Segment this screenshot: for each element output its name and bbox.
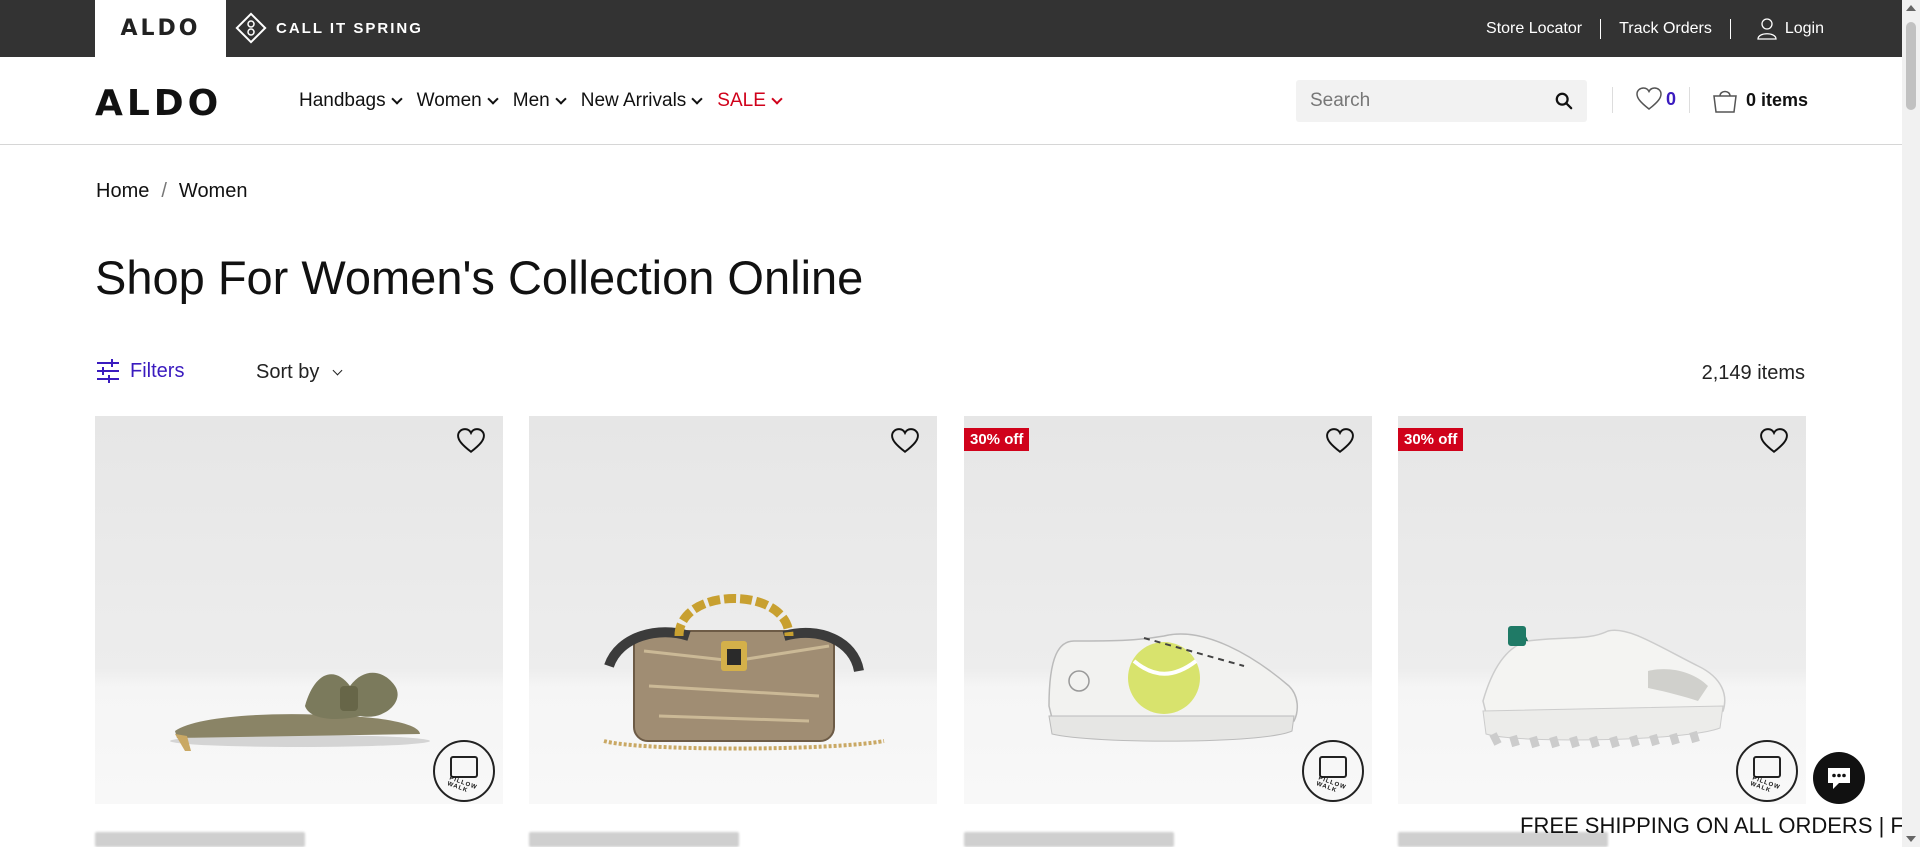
cart-label: 0 items xyxy=(1746,89,1809,110)
filter-sliders-icon xyxy=(97,359,119,383)
nav-item-new-arrivals[interactable]: New Arrivals xyxy=(580,90,703,112)
divider xyxy=(1612,87,1613,113)
breadcrumb: Home / Women xyxy=(96,180,247,203)
handbag-image xyxy=(603,594,885,751)
chevron-down-icon xyxy=(487,93,499,105)
pillow-walk-text: PILLOW WALK xyxy=(1315,775,1348,795)
scroll-up-arrow-icon[interactable] xyxy=(1906,5,1916,11)
breadcrumb-home[interactable]: Home xyxy=(96,180,149,203)
nav-item-label: New Arrivals xyxy=(580,90,687,111)
wishlist-count: 0 xyxy=(1666,88,1677,109)
login-label: Login xyxy=(1784,19,1824,37)
scroll-down-arrow-icon[interactable] xyxy=(1906,836,1916,842)
filters-label: Filters xyxy=(130,359,185,382)
product-card[interactable]: 30% off PILLOW WALK xyxy=(964,416,1372,804)
aldo-brand-tab[interactable]: ALDO xyxy=(95,0,226,57)
pillow-walk-badge: PILLOW WALK xyxy=(1302,740,1364,802)
search-box xyxy=(1296,80,1587,122)
aldo-logo[interactable]: ALDO xyxy=(95,83,222,124)
chat-button[interactable] xyxy=(1813,752,1865,804)
page-scrollbar[interactable] xyxy=(1902,0,1920,847)
pillow-icon xyxy=(1319,756,1347,778)
nav-item-label: Handbags xyxy=(299,90,386,111)
top-bar: ALDO CALL IT SPRING Store Locator Track … xyxy=(0,0,1902,57)
nav-item-women[interactable]: Women xyxy=(416,90,499,112)
discount-badge: 30% off xyxy=(1398,428,1464,451)
product-name-placeholder xyxy=(95,832,305,847)
product-card[interactable]: 30% off PILLOW WALK xyxy=(1398,416,1806,804)
free-shipping-banner: FREE SHIPPING ON ALL ORDERS | FR xyxy=(1520,813,1902,838)
chevron-down-icon xyxy=(771,93,783,105)
sandal-image xyxy=(170,672,430,751)
nav-item-sale[interactable]: SALE xyxy=(717,90,783,112)
shopping-bag-icon xyxy=(1713,90,1737,113)
sneaker-image xyxy=(1482,626,1726,749)
sneaker-image xyxy=(1048,633,1299,742)
wishlist-button[interactable]: 0 xyxy=(1636,87,1676,111)
call-it-spring-label: CALL IT SPRING xyxy=(276,19,423,37)
filters-button[interactable]: Filters xyxy=(96,359,184,383)
heart-icon xyxy=(1636,87,1662,110)
main-nav: Handbags Women Men New Arrivals SALE xyxy=(299,90,783,112)
pillow-walk-badge: PILLOW WALK xyxy=(1736,740,1798,802)
heart-icon[interactable] xyxy=(1760,428,1788,454)
call-it-spring-logo-icon xyxy=(235,12,267,44)
pillow-walk-text: PILLOW WALK xyxy=(1749,775,1782,795)
main-header: ALDO Handbags Women Men New Arrivals SAL… xyxy=(0,57,1902,145)
chat-bubble-icon xyxy=(1828,768,1850,789)
chevron-down-icon xyxy=(332,365,343,376)
product-card[interactable]: PILLOW WALK xyxy=(95,416,503,804)
scrollbar-thumb[interactable] xyxy=(1906,22,1916,110)
heart-icon[interactable] xyxy=(1326,428,1354,454)
pillow-icon xyxy=(1753,756,1781,778)
top-links: Store Locator Track Orders Login xyxy=(1468,0,1824,57)
pillow-icon xyxy=(450,756,478,778)
discount-badge: 30% off xyxy=(964,428,1030,451)
chevron-down-icon xyxy=(555,93,567,105)
heart-icon[interactable] xyxy=(891,428,919,454)
nav-item-handbags[interactable]: Handbags xyxy=(299,90,403,112)
nav-item-label: SALE xyxy=(717,90,766,111)
product-name-placeholder xyxy=(964,832,1174,847)
product-card[interactable] xyxy=(529,416,937,804)
sort-by-label: Sort by xyxy=(256,361,320,383)
heart-icon[interactable] xyxy=(457,428,485,454)
sort-by-dropdown[interactable]: Sort by xyxy=(256,361,343,384)
search-icon[interactable] xyxy=(1555,91,1573,111)
user-icon xyxy=(1757,17,1777,40)
chevron-down-icon xyxy=(691,93,703,105)
item-count: 2,149 items xyxy=(1701,362,1805,384)
page-title: Shop For Women's Collection Online xyxy=(95,251,864,304)
chevron-down-icon xyxy=(390,93,403,105)
cart-button[interactable]: 0 items xyxy=(1712,87,1808,113)
login-link[interactable]: Login xyxy=(1731,17,1824,40)
pillow-walk-badge: PILLOW WALK xyxy=(433,740,495,802)
track-orders-link[interactable]: Track Orders xyxy=(1601,20,1730,38)
nav-item-label: Men xyxy=(512,90,550,111)
divider xyxy=(1689,87,1690,113)
aldo-brand-logo: ALDO xyxy=(120,16,201,41)
product-name-placeholder xyxy=(529,832,739,847)
breadcrumb-current: Women xyxy=(178,180,248,202)
nav-item-label: Women xyxy=(416,90,482,111)
nav-item-men[interactable]: Men xyxy=(512,90,567,112)
breadcrumb-separator: / xyxy=(161,180,167,202)
search-input[interactable] xyxy=(1310,90,1555,112)
store-locator-link[interactable]: Store Locator xyxy=(1468,20,1600,38)
pillow-walk-text: PILLOW WALK xyxy=(446,775,479,795)
call-it-spring-tab[interactable]: CALL IT SPRING xyxy=(234,8,423,48)
